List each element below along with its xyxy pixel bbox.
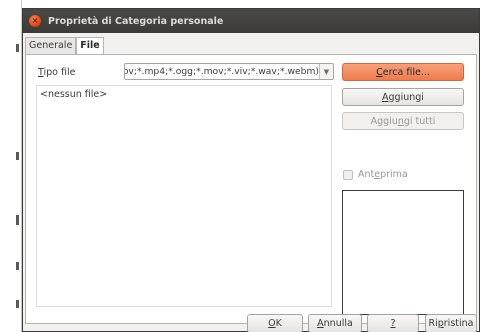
reset-button[interactable]: Ri p ristina — [425, 314, 477, 332]
strip-marker — [16, 300, 19, 308]
preview-box — [342, 190, 464, 315]
file-tab-panel: Tipo file ov;*.mp4;*.ogg;*.mov;*.viv;*.w… — [25, 54, 477, 324]
tab-bar: Generale File — [25, 37, 104, 55]
file-type-dropdown[interactable]: ov;*.mp4;*.ogg;*.mov;*.viv;*.wav;*.webm)… — [124, 63, 334, 80]
tab-generale[interactable]: Generale — [25, 37, 77, 55]
file-type-value: ov;*.mp4;*.ogg;*.mov;*.viv;*.wav;*.webm) — [125, 66, 319, 77]
tab-file[interactable]: File — [76, 37, 104, 55]
title-bar: × Proprietà di Categoria personale — [23, 9, 479, 33]
add-button[interactable]: Aggiungi — [342, 88, 464, 106]
strip-marker — [16, 152, 19, 160]
strip-marker — [16, 262, 19, 270]
properties-dialog: × Proprietà di Categoria personale Gener… — [22, 8, 480, 332]
preview-checkbox-label: Anteprima — [358, 169, 408, 180]
cancel-button[interactable]: Annulla — [308, 314, 362, 332]
file-list[interactable]: <nessun file> — [36, 85, 332, 307]
ok-button[interactable]: OK — [247, 314, 303, 332]
find-file-button[interactable]: Cerca file... — [342, 63, 464, 81]
preview-checkbox — [343, 169, 353, 180]
preview-checkbox-row: Anteprima — [343, 169, 408, 180]
screen: × Proprietà di Categoria personale Gener… — [0, 0, 488, 332]
window-title: Proprietà di Categoria personale — [48, 15, 224, 27]
file-type-label: Tipo file — [38, 67, 76, 78]
help-button[interactable]: ? — [367, 314, 419, 332]
background-editor-strip — [0, 0, 22, 332]
strip-marker — [16, 44, 19, 52]
close-icon[interactable]: × — [29, 15, 41, 27]
chevron-down-icon[interactable]: ▼ — [319, 64, 333, 79]
file-list-empty-text: <nessun file> — [40, 89, 108, 100]
add-all-button: Aggiu n gi tutti — [342, 112, 464, 130]
strip-marker — [16, 215, 19, 225]
